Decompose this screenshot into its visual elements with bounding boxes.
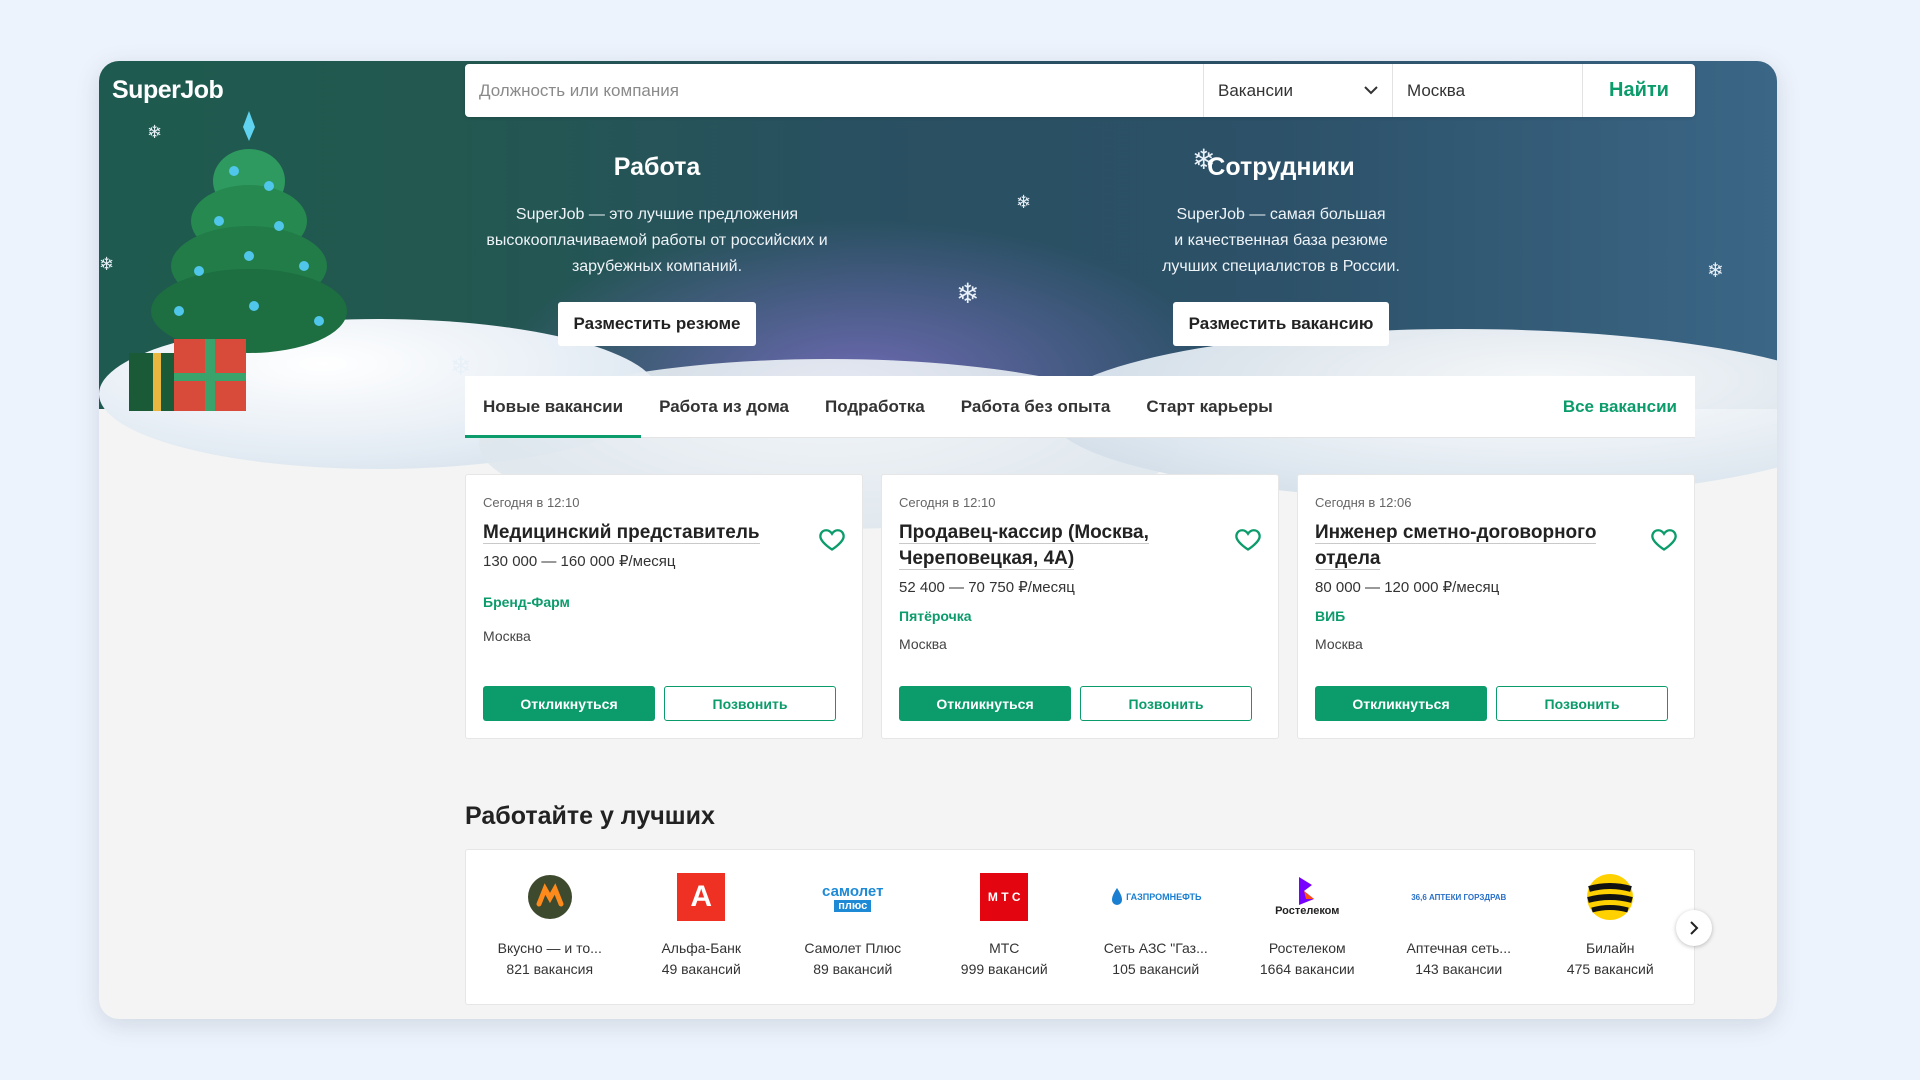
samolet-logo-icon: самолет плюс — [822, 882, 884, 912]
employer-count: 999 вакансий — [960, 961, 1048, 977]
best-employers-title: Работайте у лучших — [465, 802, 715, 830]
employer-item[interactable]: 36,6 АПТЕКИ ГОРЗДРАВ Аптечная сеть... 14… — [1383, 850, 1535, 1004]
apply-button[interactable]: Откликнуться — [483, 686, 655, 721]
search-bar: Должность или компания Вакансии Москва Н… — [465, 64, 1695, 117]
vacancy-salary: 130 000 — 160 000 ₽/месяц — [483, 553, 676, 570]
call-button[interactable]: Позвонить — [664, 686, 836, 721]
apteka-logo-icon: 36,6 АПТЕКИ ГОРЗДРАВ — [1411, 892, 1507, 902]
vacancy-title[interactable]: Инженер сметно-договорного отдела — [1315, 520, 1635, 572]
vacancy-salary: 80 000 — 120 000 ₽/месяц — [1315, 579, 1500, 596]
city-input[interactable]: Москва — [1393, 64, 1583, 117]
employers-carousel: Вкусно — и то... 821 вакансия А Альфа-Ба… — [465, 849, 1712, 1005]
search-input[interactable]: Должность или компания — [465, 64, 1204, 117]
gazprom-logo-icon: ГАЗПРОМНЕФТЬ — [1096, 872, 1216, 922]
vacancy-title[interactable]: Медицинский представитель — [483, 520, 803, 546]
employees-promo: Сотрудники SuperJob — самая большая и ка… — [1071, 153, 1491, 346]
hero-banner: ❄ ❄ ❄ ❄ ❄ ❄ ❄ SuperJob Должность или ком… — [99, 61, 1777, 529]
employer-name: Самолет Плюс — [804, 940, 902, 956]
employer-count: 89 вакансий — [813, 961, 893, 977]
chevron-right-icon — [1690, 921, 1699, 935]
vacancy-location: Москва — [1315, 636, 1363, 652]
favorite-heart-icon[interactable] — [1650, 525, 1678, 553]
vacancy-company[interactable]: Пятёрочка — [899, 608, 1261, 624]
apply-button[interactable]: Откликнуться — [899, 686, 1071, 721]
favorite-heart-icon[interactable] — [1234, 525, 1262, 553]
snowflake-icon: ❄ — [1707, 260, 1724, 282]
employer-item[interactable]: самолет плюс Самолет Плюс 89 вакансий — [777, 850, 929, 1004]
employer-name: Вкусно — и то... — [497, 940, 602, 956]
alfa-logo-icon: А — [677, 873, 726, 921]
employer-item[interactable]: Билайн 475 вакансий — [1535, 850, 1687, 1004]
chevron-down-icon — [1364, 86, 1378, 95]
vacancy-location: Москва — [483, 628, 531, 644]
carousel-next-button[interactable] — [1676, 910, 1712, 946]
vacancy-location: Москва — [899, 636, 947, 652]
search-button[interactable]: Найти — [1583, 64, 1695, 117]
employer-count: 105 вакансий — [1112, 961, 1200, 977]
employer-count: 49 вакансий — [661, 961, 741, 977]
vacancy-title[interactable]: Продавец-кассир (Москва, Череповецкая, 4… — [899, 520, 1219, 572]
employer-name: Сеть АЗС "Газ... — [1103, 940, 1208, 956]
apply-button[interactable]: Откликнуться — [1315, 686, 1487, 721]
app-window: ❄ ❄ ❄ ❄ ❄ ❄ ❄ SuperJob Должность или ком… — [99, 61, 1777, 1019]
tab-new-vacancies[interactable]: Новые вакансии — [465, 376, 642, 438]
employer-item[interactable]: М Т С МТС 999 вакансий — [929, 850, 1081, 1004]
vacancy-time: Сегодня в 12:06 — [1315, 495, 1412, 510]
employer-name: Ростелеком — [1268, 940, 1346, 956]
all-vacancies-link[interactable]: Все вакансии — [1563, 397, 1695, 417]
tab-no-experience[interactable]: Работа без опыта — [943, 376, 1129, 437]
employer-count: 1664 вакансии — [1259, 961, 1355, 977]
vacancy-list: Сегодня в 12:10 Медицинский представител… — [465, 474, 1695, 739]
snowflake-icon: ❄ — [1016, 192, 1032, 212]
favorite-heart-icon[interactable] — [818, 525, 846, 553]
call-button[interactable]: Позвонить — [1496, 686, 1668, 721]
work-promo-text: SuperJob — это лучшие предложения высоко… — [486, 206, 828, 275]
snowflake-icon: ❄ — [99, 254, 115, 274]
beeline-logo-icon — [1587, 874, 1634, 920]
employer-count: 475 вакансий — [1566, 961, 1654, 977]
vacancy-time: Сегодня в 12:10 — [899, 495, 996, 510]
tab-career-start[interactable]: Старт карьеры — [1128, 376, 1290, 437]
rostelecom-logo-icon: Ростелеком — [1247, 872, 1367, 922]
employer-item[interactable]: Вкусно — и то... 821 вакансия — [474, 850, 626, 1004]
post-resume-button[interactable]: Разместить резюме — [557, 302, 757, 346]
work-promo: Работа SuperJob — это лучшие предложения… — [447, 153, 867, 346]
work-promo-title: Работа — [613, 153, 701, 181]
vacancy-time: Сегодня в 12:10 — [483, 495, 580, 510]
employer-item[interactable]: ГАЗПРОМНЕФТЬ Сеть АЗС "Газ... 105 ваканс… — [1080, 850, 1232, 1004]
employer-count: 821 вакансия — [506, 961, 594, 977]
vacancy-card: Сегодня в 12:10 Продавец-кассир (Москва,… — [881, 474, 1279, 739]
employees-promo-title: Сотрудники — [1207, 153, 1355, 181]
vacancy-company[interactable]: Бренд-Фарм — [483, 594, 845, 610]
employer-count: 143 вакансии — [1415, 961, 1503, 977]
snowflake-icon: ❄ — [956, 278, 980, 309]
tab-remote-work[interactable]: Работа из дома — [641, 376, 807, 437]
employer-item[interactable]: Ростелеком Ростелеком 1664 вакансии — [1232, 850, 1384, 1004]
employees-promo-text: SuperJob — самая большая и качественная … — [1162, 206, 1400, 275]
employer-item[interactable]: А Альфа-Банк 49 вакансий — [626, 850, 778, 1004]
employer-name: Аптечная сеть... — [1406, 940, 1511, 956]
vacancy-tabs: Новые вакансии Работа из дома Подработка… — [465, 376, 1695, 438]
tab-part-time[interactable]: Подработка — [807, 376, 943, 437]
employer-name: МТС — [989, 940, 1020, 956]
vacancy-card: Сегодня в 12:06 Инженер сметно-договорно… — [1297, 474, 1695, 739]
superjob-logo[interactable]: SuperJob — [112, 76, 224, 105]
search-type-select[interactable]: Вакансии — [1204, 64, 1393, 117]
employer-name: Билайн — [1585, 940, 1635, 956]
call-button[interactable]: Позвонить — [1080, 686, 1252, 721]
employer-name: Альфа-Банк — [661, 940, 742, 956]
christmas-tree-icon — [129, 111, 347, 411]
search-type-value: Вакансии — [1218, 80, 1293, 100]
vacancy-salary: 52 400 — 70 750 ₽/месяц — [899, 579, 1075, 596]
mts-logo-icon: М Т С — [980, 873, 1029, 921]
vacancy-card: Сегодня в 12:10 Медицинский представител… — [465, 474, 863, 739]
post-vacancy-button[interactable]: Разместить вакансию — [1172, 302, 1390, 346]
vkusno-logo-icon — [527, 875, 572, 919]
vacancy-company[interactable]: ВИБ — [1315, 608, 1677, 624]
